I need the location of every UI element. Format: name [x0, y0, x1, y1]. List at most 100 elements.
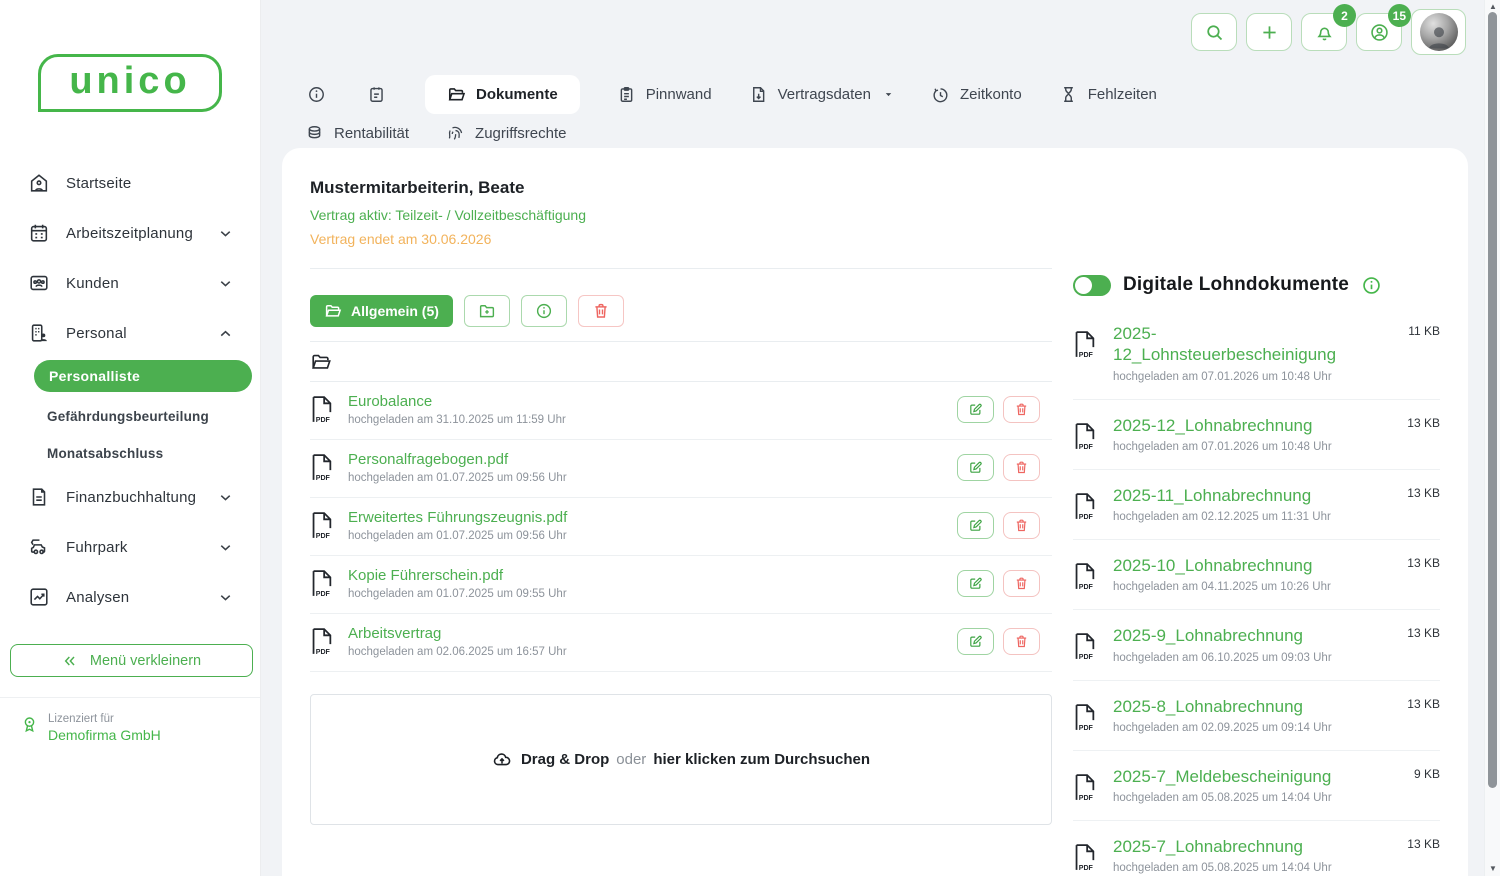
add-folder-button[interactable] — [464, 295, 510, 327]
payroll-file-size: 11 KB — [1408, 323, 1440, 338]
sidebar-item-label: Analysen — [66, 589, 129, 606]
page-scrollbar[interactable]: ▲ ▼ — [1484, 0, 1500, 876]
payroll-document-name[interactable]: 2025-12_Lohnabrechnung — [1113, 415, 1361, 436]
sidebar-item-kunden[interactable]: Kunden — [0, 258, 260, 308]
license-company: Demofirma GmbH — [48, 727, 161, 743]
folder-up-row[interactable] — [310, 342, 1052, 382]
scrollbar-thumb[interactable] — [1488, 12, 1497, 788]
tab-label: Zugriffsrechte — [475, 125, 566, 142]
tab-label: Zeitkonto — [960, 86, 1022, 103]
folder-allgemein-button[interactable]: Allgemein (5) — [310, 295, 453, 327]
info-icon — [307, 85, 326, 104]
document-name[interactable]: Arbeitsvertrag — [348, 625, 567, 642]
documents-panel: Mustermitarbeiterin, Beate Vertrag aktiv… — [310, 148, 1052, 825]
trash-icon — [1014, 576, 1029, 591]
tab-label: Rentabilität — [334, 125, 409, 142]
header-actions: 2 15 — [1191, 13, 1466, 55]
chevron-down-icon — [217, 489, 234, 506]
sidebar-item-finanzbuchhaltung[interactable]: Finanzbuchhaltung — [0, 472, 260, 522]
edit-document-button[interactable] — [957, 396, 994, 423]
sidebar-item-arbeitszeitplanung[interactable]: Arbeitszeitplanung — [0, 208, 260, 258]
chevron-up-icon — [217, 325, 234, 342]
notifications-button[interactable]: 2 — [1301, 13, 1347, 51]
sidebar-subitem-label: Personalliste — [49, 368, 140, 384]
payroll-item: PDF 2025-7_Lohnabrechnung hochgeladen am… — [1073, 821, 1440, 876]
clock-icon — [931, 85, 950, 104]
sidebar-item-startseite[interactable]: Startseite — [0, 158, 260, 208]
document-name[interactable]: Kopie Führerschein.pdf — [348, 567, 567, 584]
section-divider — [310, 268, 1052, 269]
pencil-square-icon — [968, 460, 983, 475]
pdf-file-icon: PDF — [310, 627, 333, 656]
delete-document-button[interactable] — [1003, 454, 1040, 481]
fleet-icon — [28, 536, 50, 558]
payroll-toggle[interactable] — [1073, 275, 1111, 296]
tab-label: Dokumente — [476, 86, 558, 103]
sidebar-item-personal[interactable]: Personal — [0, 308, 260, 358]
payroll-document-name[interactable]: 2025-9_Lohnabrechnung — [1113, 625, 1361, 646]
tab-dokumente[interactable]: Dokumente — [425, 75, 580, 114]
profile-button[interactable] — [1411, 9, 1466, 55]
payroll-item: PDF 2025-12_Lohnabrechnung hochgeladen a… — [1073, 400, 1440, 470]
sidebar-nav: Startseite Arbeitszeitplanung Kunden Per… — [0, 158, 260, 622]
sidebar-item-label: Kunden — [66, 275, 119, 292]
document-name[interactable]: Eurobalance — [348, 393, 566, 410]
delete-document-button[interactable] — [1003, 396, 1040, 423]
pencil-square-icon — [968, 576, 983, 591]
pencil-square-icon — [968, 634, 983, 649]
payroll-file-size: 13 KB — [1407, 696, 1440, 711]
svg-text:PDF: PDF — [316, 417, 331, 424]
tab-zeitkonto[interactable]: Zeitkonto — [931, 75, 1022, 114]
dropzone-click-label: hier klicken zum Durchsuchen — [653, 751, 870, 768]
scrollbar-down-arrow[interactable]: ▼ — [1485, 863, 1500, 875]
delete-document-button[interactable] — [1003, 570, 1040, 597]
upload-dropzone[interactable]: Drag & Drop oder hier klicken zum Durchs… — [310, 694, 1052, 825]
delete-folder-button[interactable] — [578, 295, 624, 327]
svg-text:PDF: PDF — [1079, 514, 1094, 521]
sidebar-item-monatsabschluss[interactable]: Monatsabschluss — [0, 435, 260, 472]
coins-icon — [305, 124, 324, 143]
delete-document-button[interactable] — [1003, 512, 1040, 539]
tab-info[interactable] — [305, 75, 328, 114]
payroll-document-name[interactable]: 2025-7_Meldebescheinigung — [1113, 766, 1361, 787]
tab-pinnwand[interactable]: Pinnwand — [617, 75, 712, 114]
delete-document-button[interactable] — [1003, 628, 1040, 655]
sidebar-item-gefaehrdungsbeurteilung[interactable]: Gefährdungsbeurteilung — [0, 398, 260, 435]
collapse-menu-button[interactable]: Menü verkleinern — [10, 644, 253, 677]
document-actions — [957, 570, 1052, 597]
edit-document-button[interactable] — [957, 454, 994, 481]
info-icon[interactable] — [1361, 275, 1382, 296]
folder-info-button[interactable] — [521, 295, 567, 327]
tab-label: Pinnwand — [646, 86, 712, 103]
tab-label: Fehlzeiten — [1088, 86, 1157, 103]
tab-fehlzeiten[interactable]: Fehlzeiten — [1059, 75, 1157, 114]
pinboard-icon — [617, 85, 636, 104]
add-button[interactable] — [1246, 13, 1292, 51]
unico-logo[interactable]: unico — [38, 54, 222, 112]
sidebar-item-label: Arbeitszeitplanung — [66, 225, 193, 242]
edit-document-button[interactable] — [957, 570, 994, 597]
document-name[interactable]: Personalfragebogen.pdf — [348, 451, 567, 468]
payroll-document-name[interactable]: 2025-10_Lohnabrechnung — [1113, 555, 1361, 576]
contract-icon — [749, 85, 768, 104]
sidebar-item-fuhrpark[interactable]: Fuhrpark — [0, 522, 260, 572]
pdf-file-icon: PDF — [1073, 492, 1096, 521]
svg-text:PDF: PDF — [316, 591, 331, 598]
tab-notes[interactable] — [365, 75, 388, 114]
document-name[interactable]: Erweitertes Führungszeugnis.pdf — [348, 509, 567, 526]
payroll-document-name[interactable]: 2025-12_Lohnsteuerbescheinigung — [1113, 323, 1361, 366]
document-uploaded: hochgeladen am 01.07.2025 um 09:55 Uhr — [348, 588, 567, 600]
tab-vertragsdaten[interactable]: Vertragsdaten — [749, 75, 894, 114]
pdf-file-icon: PDF — [310, 395, 333, 424]
pdf-file-icon: PDF — [1073, 773, 1096, 802]
edit-document-button[interactable] — [957, 512, 994, 539]
users-button[interactable]: 15 — [1356, 13, 1402, 51]
payroll-document-name[interactable]: 2025-8_Lohnabrechnung — [1113, 696, 1361, 717]
sidebar-item-analysen[interactable]: Analysen — [0, 572, 260, 622]
payroll-document-name[interactable]: 2025-11_Lohnabrechnung — [1113, 485, 1361, 506]
payroll-document-name[interactable]: 2025-7_Lohnabrechnung — [1113, 836, 1361, 857]
edit-document-button[interactable] — [957, 628, 994, 655]
pdf-file-icon: PDF — [1073, 703, 1096, 732]
search-button[interactable] — [1191, 13, 1237, 51]
sidebar-item-personalliste[interactable]: Personalliste — [34, 360, 252, 392]
